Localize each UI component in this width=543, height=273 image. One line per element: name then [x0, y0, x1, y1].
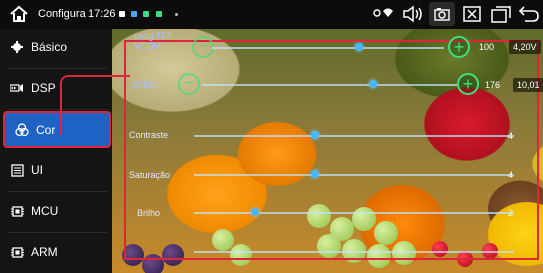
back-icon[interactable] [518, 4, 540, 24]
hue-slider-track[interactable] [194, 251, 514, 253]
sidebar-item-label: DSP [31, 81, 56, 95]
close-window-icon[interactable] [463, 4, 481, 24]
more-notifications-dot [175, 13, 178, 16]
saturation-slider-track[interactable] [194, 174, 514, 176]
sidebar-item-basico[interactable]: Básico [0, 30, 112, 64]
status-bar: Configura 17:26 [0, 0, 543, 29]
notification-icon [119, 11, 125, 17]
recent-apps-icon[interactable] [491, 4, 511, 24]
avdd-value: 176 [484, 80, 500, 90]
brightness-slider-track[interactable] [194, 212, 514, 214]
vcom-label: ontig TFT VCOM [134, 31, 173, 51]
color-settings-panel: ontig TFT VCOM − + 100 4,20V AVDD − + 17… [112, 29, 543, 273]
gear-icon [10, 40, 24, 54]
divider [8, 232, 108, 233]
vcom-value: 100 [478, 42, 494, 52]
screenshot-button[interactable] [429, 2, 455, 26]
color-icon [15, 122, 29, 137]
avdd-decrease-button[interactable]: − [178, 73, 200, 95]
settings-sidebar: Básico DSP Cor UI MCU ARM [0, 29, 112, 273]
chip-icon [10, 245, 24, 259]
notification-icon [143, 11, 149, 17]
saturation-value: 4 [507, 170, 513, 180]
volume-icon[interactable] [402, 4, 424, 24]
saturation-label: Saturação [129, 170, 171, 180]
vcom-increase-button[interactable]: + [448, 36, 470, 58]
home-icon[interactable] [9, 5, 29, 23]
ui-icon [10, 163, 24, 177]
avdd-label: AVDD [132, 80, 157, 90]
contrast-slider-knob[interactable] [311, 131, 319, 139]
vcom-voltage: 4,20V [509, 40, 541, 54]
avdd-voltage: 10,01 [513, 78, 543, 92]
notification-icon [131, 11, 137, 17]
sidebar-item-arm[interactable]: ARM [0, 235, 112, 269]
brightness-label: Brilho [137, 208, 161, 218]
location-icon [373, 9, 381, 17]
divider [8, 191, 108, 192]
sidebar-item-label: UI [31, 163, 43, 177]
contrast-slider-track[interactable] [194, 135, 514, 137]
sidebar-item-label: Básico [31, 40, 68, 54]
sidebar-item-ui[interactable]: UI [0, 153, 112, 187]
chip-icon [10, 204, 24, 218]
vcom-slider-knob[interactable] [355, 43, 363, 51]
sidebar-item-label: ARM [31, 245, 58, 259]
avdd-slider-knob[interactable] [369, 80, 377, 88]
wifi-icon [383, 8, 393, 17]
contrast-label: Contraste [129, 130, 169, 140]
brightness-slider-knob[interactable] [251, 208, 259, 216]
camera-icon [434, 8, 450, 21]
app-title: Configura [38, 8, 86, 20]
saturation-slider-knob[interactable] [311, 170, 319, 178]
clock: 17:26 [88, 8, 116, 20]
avdd-increase-button[interactable]: + [457, 73, 479, 95]
notification-icon [156, 11, 162, 17]
avdd-slider-track[interactable] [202, 84, 457, 86]
active-item-connector [60, 75, 130, 135]
vcom-decrease-button[interactable]: − [192, 36, 214, 58]
brightness-value: 2 [507, 208, 513, 218]
sidebar-item-label: Cor [36, 122, 56, 137]
contrast-value: 4 [507, 131, 513, 141]
dsp-icon [10, 81, 24, 95]
vcom-slider-track[interactable] [212, 47, 444, 49]
sidebar-item-label: MCU [31, 204, 59, 218]
sidebar-item-mcu[interactable]: MCU [0, 194, 112, 228]
divider [8, 68, 108, 69]
